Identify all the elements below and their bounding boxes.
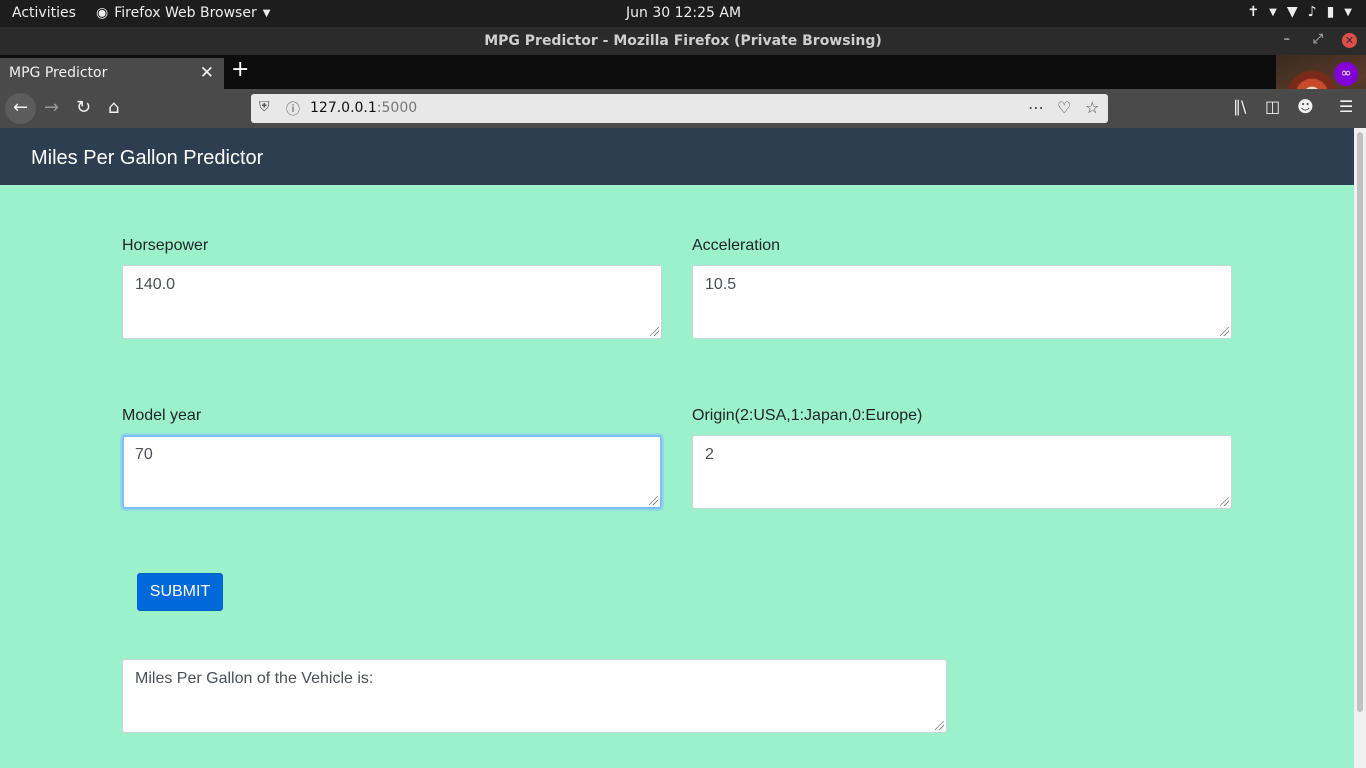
submit-button[interactable]: SUBMIT — [137, 573, 223, 611]
site-brand[interactable]: Miles Per Gallon Predictor — [31, 147, 263, 170]
chevron-down-icon: ▼ — [1269, 6, 1277, 18]
chevron-down-icon: ▼ — [1344, 6, 1352, 18]
system-tray[interactable]: ✝ ▼ ▼ ♪ ▮ ▼ — [1247, 4, 1352, 20]
url-host: 127.0.0.1 — [310, 100, 377, 116]
shield-icon[interactable]: ⛨ — [259, 99, 270, 115]
model-year-label: Model year — [122, 407, 202, 424]
back-arrow-icon[interactable]: ← — [5, 93, 36, 124]
tab-label: MPG Predictor — [9, 65, 108, 81]
navigation-toolbar: ← → ↻ ⌂ ⛨ ⓘ 127.0.0.1:5000 ⋯ ♡ ☆ ∥\ ◫ ☻ … — [0, 89, 1366, 128]
horsepower-value: 140.0 — [135, 276, 176, 293]
web-page: Miles Per Gallon Predictor Horsepower 14… — [0, 128, 1354, 768]
pocket-icon[interactable]: ♡ — [1057, 98, 1071, 117]
resize-grip[interactable] — [1220, 327, 1229, 336]
resize-grip[interactable] — [650, 327, 659, 336]
chevron-down-icon: ▼ — [262, 7, 271, 19]
library-icon[interactable]: ∥\ — [1233, 97, 1246, 116]
acceleration-input[interactable]: 10.5 — [692, 265, 1232, 339]
acceleration-value: 10.5 — [705, 276, 737, 293]
activities-button[interactable]: Activities — [12, 5, 76, 21]
close-icon[interactable]: ✕ — [200, 63, 214, 83]
model-year-input[interactable]: 70 — [122, 435, 662, 509]
origin-label: Origin(2:USA,1:Japan,0:Europe) — [692, 407, 923, 424]
clock[interactable]: Jun 30 12:25 AM — [626, 5, 741, 21]
reload-icon[interactable]: ↻ — [76, 97, 91, 118]
hamburger-menu-icon[interactable]: ☰ — [1339, 97, 1353, 116]
acceleration-label: Acceleration — [692, 237, 781, 254]
horsepower-input[interactable]: 140.0 — [122, 265, 662, 339]
window-title-bar: MPG Predictor - Mozilla Firefox (Private… — [0, 27, 1366, 55]
window-title: MPG Predictor - Mozilla Firefox (Private… — [484, 33, 882, 49]
private-mask-icon: ∞ — [1334, 62, 1358, 86]
tab-strip: MPG Predictor ✕ + ∞ — [0, 55, 1366, 128]
more-dots-icon[interactable]: ⋯ — [1028, 98, 1044, 117]
sidebar-icon[interactable]: ◫ — [1265, 97, 1280, 116]
battery-icon: ▮ — [1326, 4, 1335, 20]
accessibility-icon[interactable]: ✝ — [1247, 4, 1259, 20]
result-output[interactable]: Miles Per Gallon of the Vehicle is: — [122, 659, 947, 733]
resize-grip[interactable] — [935, 721, 944, 730]
app-menu[interactable]: ◉ Firefox Web Browser ▼ — [96, 5, 270, 21]
home-icon[interactable]: ⌂ — [108, 97, 119, 118]
origin-input[interactable]: 2 — [692, 435, 1232, 509]
url-text[interactable]: 127.0.0.1:5000 — [310, 100, 417, 116]
app-menu-label: Firefox Web Browser — [114, 5, 257, 21]
wifi-icon: ▼ — [1286, 4, 1298, 20]
system-top-bar: Activities ◉ Firefox Web Browser ▼ Jun 3… — [0, 0, 1366, 27]
info-icon[interactable]: ⓘ — [286, 99, 300, 119]
star-icon[interactable]: ☆ — [1085, 98, 1099, 117]
site-header: Miles Per Gallon Predictor — [0, 128, 1354, 185]
window-close-button[interactable]: ✕ — [1342, 33, 1357, 48]
new-tab-button[interactable]: + — [231, 57, 249, 82]
model-year-value: 70 — [135, 446, 153, 463]
url-port: :5000 — [376, 100, 418, 116]
horsepower-label: Horsepower — [122, 237, 209, 254]
firefox-icon: ◉ — [96, 5, 109, 21]
origin-value: 2 — [705, 446, 714, 463]
minimize-button[interactable]: – — [1284, 32, 1291, 47]
page-scrollbar[interactable] — [1354, 128, 1366, 768]
resize-grip[interactable] — [1220, 497, 1229, 506]
tab-mpg-predictor[interactable]: MPG Predictor ✕ — [0, 58, 224, 89]
resize-grip[interactable] — [649, 496, 658, 505]
volume-icon: ♪ — [1307, 4, 1317, 20]
scrollbar-thumb[interactable] — [1357, 132, 1363, 712]
maximize-button[interactable]: ⤢ — [1313, 32, 1323, 47]
forward-arrow-icon[interactable]: → — [44, 97, 59, 118]
account-icon[interactable]: ☻ — [1297, 97, 1314, 116]
result-text: Miles Per Gallon of the Vehicle is: — [135, 670, 374, 687]
address-bar[interactable]: ⛨ ⓘ 127.0.0.1:5000 ⋯ ♡ ☆ — [251, 94, 1108, 123]
